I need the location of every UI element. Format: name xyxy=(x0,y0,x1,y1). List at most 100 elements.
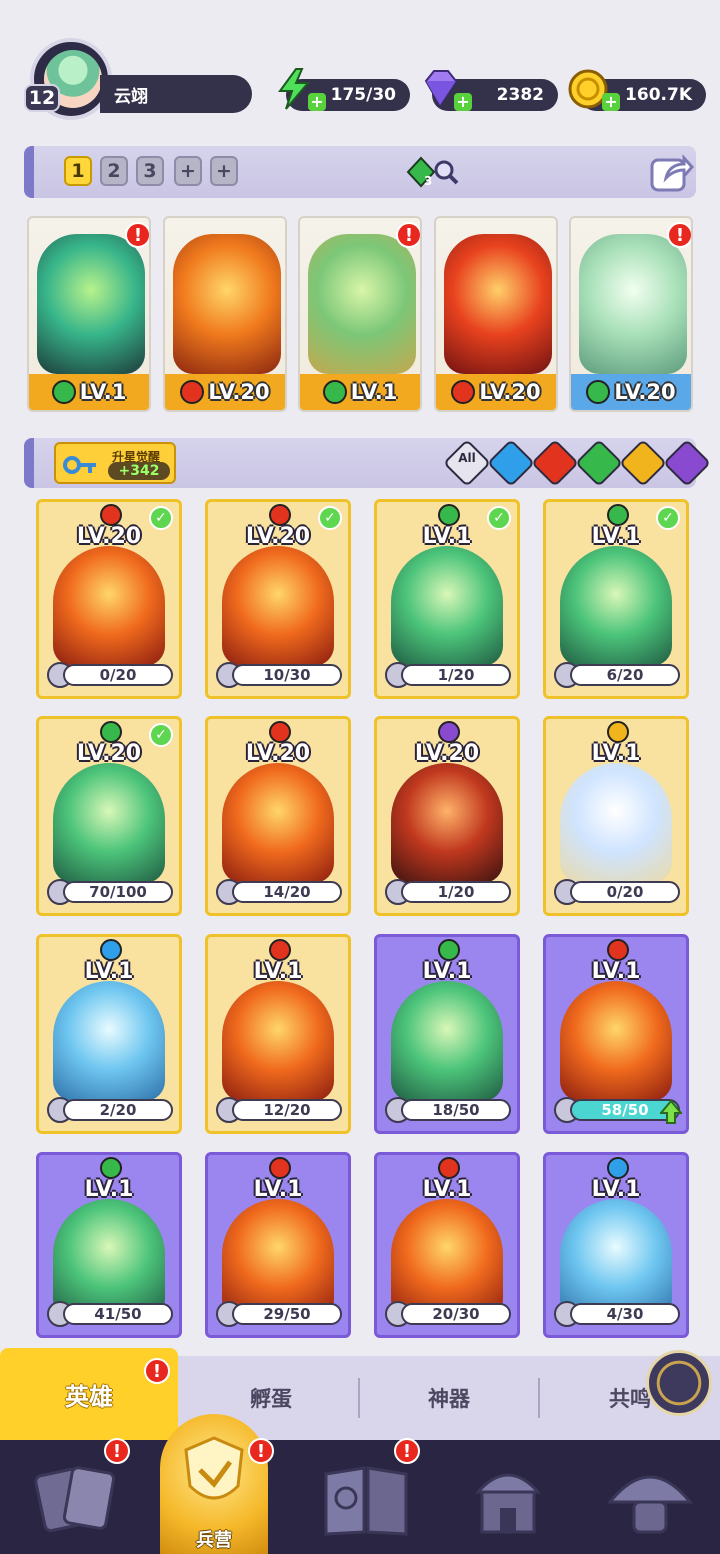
hero-portrait xyxy=(391,981,503,1101)
water-filter-icon[interactable] xyxy=(486,438,536,488)
light-filter-icon[interactable] xyxy=(618,438,668,488)
hero-card[interactable]: LV.1 20/30 xyxy=(374,1152,520,1338)
hero-portrait xyxy=(391,546,503,666)
energy-counter[interactable]: + 175/30 xyxy=(278,68,410,111)
grass-element-icon xyxy=(438,504,460,526)
alert-badge: ! xyxy=(248,1438,274,1464)
hero-level: LV.1 xyxy=(422,959,472,984)
hero-portrait xyxy=(560,1199,672,1319)
hero-portrait xyxy=(444,234,552,374)
team-slot-add-1[interactable]: + xyxy=(174,156,202,186)
hero-card[interactable]: LV.1 ✓ 1/20 xyxy=(374,499,520,699)
hero-portrait xyxy=(37,234,145,374)
top-bar: 云翊 12 + 175/30 + 2382 + 160.7K xyxy=(0,0,720,130)
shard-progress: 14/20 xyxy=(232,881,342,903)
search-icon[interactable] xyxy=(432,158,460,186)
hero-card[interactable]: LV.1 18/50 xyxy=(374,934,520,1134)
gem-counter[interactable]: + 2382 xyxy=(424,70,558,111)
hero-card[interactable]: LV.20 ✓ 0/20 xyxy=(36,499,182,699)
shard-progress: 20/30 xyxy=(401,1303,511,1325)
hero-portrait xyxy=(53,1199,165,1319)
hero-card[interactable]: LV.1 58/50 xyxy=(543,934,689,1134)
filter-all-label: All xyxy=(458,451,476,465)
team-hero-5[interactable]: LV.20 ! xyxy=(569,216,693,412)
team-hero-2[interactable]: LV.20 xyxy=(163,216,287,412)
hero-card[interactable]: LV.20 ✓ 70/100 xyxy=(36,716,182,916)
hero-card[interactable]: LV.1 12/20 xyxy=(205,934,351,1134)
shard-progress: 12/20 xyxy=(232,1099,342,1121)
fire-element-icon xyxy=(269,1157,291,1179)
compass-orb-icon[interactable] xyxy=(646,1350,712,1416)
energy-value: 175/30 xyxy=(330,85,396,105)
hero-card[interactable]: LV.20 1/20 xyxy=(374,716,520,916)
awaken-button[interactable]: 升星觉醒 +342 xyxy=(54,442,176,484)
dark-element-icon xyxy=(438,721,460,743)
key-icon xyxy=(63,456,96,474)
tab-artifact[interactable]: 神器 xyxy=(360,1356,538,1440)
team-hero-1[interactable]: LV.1 ! xyxy=(27,216,151,412)
team-slot-2[interactable]: 2 xyxy=(100,156,128,186)
player-level-badge: 12 xyxy=(24,84,60,112)
bottom-nav: ! 兵营 ! ! xyxy=(0,1414,720,1554)
dark-filter-icon[interactable] xyxy=(662,438,712,488)
team-slot-add-2[interactable]: + xyxy=(210,156,238,186)
hero-card[interactable]: LV.1 4/30 xyxy=(543,1152,689,1338)
gold-counter[interactable]: + 160.7K xyxy=(568,69,706,111)
alert-badge: ! xyxy=(394,1438,420,1464)
plus-icon[interactable]: + xyxy=(308,93,326,111)
team-hero-4[interactable]: LV.20 xyxy=(434,216,558,412)
hero-card[interactable]: LV.1 2/20 xyxy=(36,934,182,1134)
team-slot-1[interactable]: 1 xyxy=(64,156,92,186)
shard-progress: 41/50 xyxy=(63,1303,173,1325)
grass-filter-icon[interactable] xyxy=(574,438,624,488)
hero-card[interactable]: LV.1 29/50 xyxy=(205,1152,351,1338)
shard-progress: 29/50 xyxy=(232,1303,342,1325)
team-hero-level-bar: LV.20 xyxy=(436,374,556,410)
grass-element-icon xyxy=(607,504,629,526)
hero-card[interactable]: LV.20 14/20 xyxy=(205,716,351,916)
fire-filter-icon[interactable] xyxy=(530,438,580,488)
nav-cards[interactable] xyxy=(28,1452,128,1546)
hero-card[interactable]: LV.1 0/20 xyxy=(543,716,689,916)
gem-value: 2382 xyxy=(496,85,544,105)
upgrade-arrow-icon[interactable] xyxy=(660,1099,682,1125)
team-hero-3[interactable]: LV.1 ! xyxy=(298,216,422,412)
hero-portrait xyxy=(53,763,165,883)
plus-icon[interactable]: + xyxy=(602,93,620,111)
hero-level: LV.1 xyxy=(422,1177,472,1202)
awaken-value: +342 xyxy=(108,462,170,480)
shard-progress: 18/50 xyxy=(401,1099,511,1121)
nav-temple[interactable] xyxy=(458,1452,558,1546)
hero-level: LV.1 xyxy=(591,741,641,766)
grass-element-icon xyxy=(100,1157,122,1179)
hero-portrait xyxy=(560,546,672,666)
hero-card[interactable]: LV.1 ✓ 6/20 xyxy=(543,499,689,699)
light-element-icon xyxy=(607,721,629,743)
fire-element-icon xyxy=(100,504,122,526)
plus-icon[interactable]: + xyxy=(454,93,472,111)
sub-tab-bar: 英雄 孵蛋 神器 共鸣 xyxy=(0,1348,720,1440)
checkmark-icon: ✓ xyxy=(318,506,342,530)
hero-card[interactable]: LV.20 ✓ 10/30 xyxy=(205,499,351,699)
hero-level: LV.1 xyxy=(591,1177,641,1202)
cards-icon xyxy=(34,1466,116,1533)
hero-portrait xyxy=(308,234,416,374)
nav-barracks[interactable]: 兵营 xyxy=(160,1414,268,1554)
nav-book[interactable] xyxy=(316,1452,416,1546)
shard-progress: 2/20 xyxy=(63,1099,173,1121)
hero-level: LV.20 xyxy=(414,741,480,766)
share-icon[interactable] xyxy=(648,150,694,194)
team-hero-level-bar: LV.1 xyxy=(300,374,420,410)
team-hero-level-bar: LV.1 xyxy=(29,374,149,410)
player-name: 云翊 xyxy=(114,86,148,107)
nav-mushroom[interactable] xyxy=(600,1452,700,1546)
spellbook-icon xyxy=(324,1466,408,1536)
fire-element-icon xyxy=(269,504,291,526)
player-name-bar[interactable]: 云翊 xyxy=(100,75,252,113)
team-hero-level: LV.20 xyxy=(479,380,541,404)
team-slot-3[interactable]: 3 xyxy=(136,156,164,186)
hero-card[interactable]: LV.1 41/50 xyxy=(36,1152,182,1338)
hero-level: LV.20 xyxy=(245,741,311,766)
hero-filter-bar: 升星觉醒 +342 All xyxy=(24,438,712,488)
team-hero-level: LV.1 xyxy=(350,380,398,404)
